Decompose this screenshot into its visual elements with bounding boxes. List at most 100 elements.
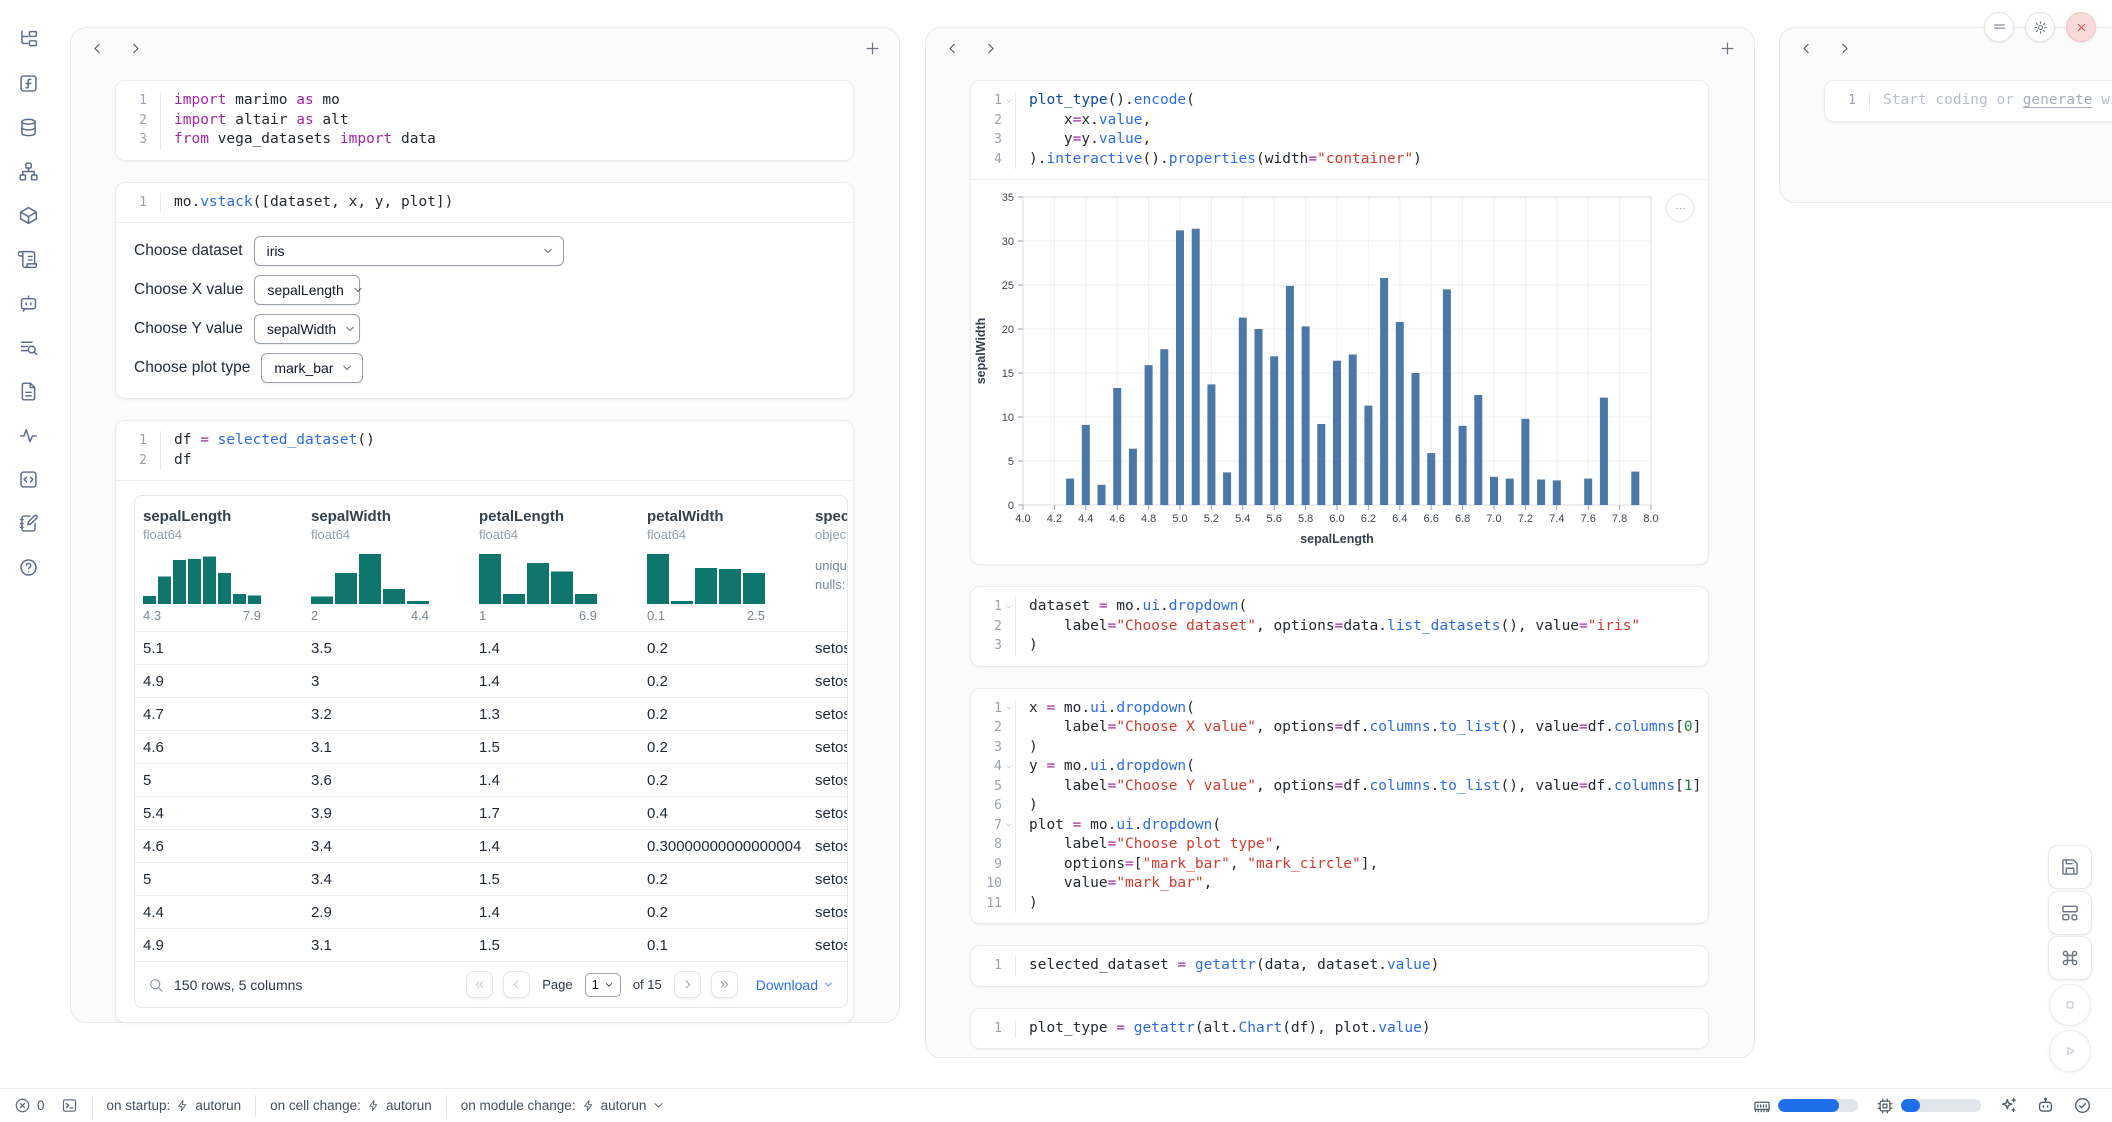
rail-database-button[interactable] xyxy=(11,112,45,142)
choose-dataset-select[interactable]: iris xyxy=(254,236,564,266)
code-editor[interactable]: 1 Start coding or generate with AI xyxy=(1825,81,2112,121)
column-name: petalWidth xyxy=(647,508,815,525)
table-column-header[interactable]: species object unique:nulls: xyxy=(815,508,847,623)
line-number: 1 xyxy=(971,597,1002,617)
runtime-label: on startup: xyxy=(107,1098,171,1113)
memory-stick-icon xyxy=(1753,1097,1771,1115)
rail-help-circle-button[interactable] xyxy=(11,552,45,582)
runtime-setting[interactable]: on cell change: autorun xyxy=(270,1098,432,1113)
next-page-button[interactable] xyxy=(674,971,701,998)
table-row[interactable]: 4.63.11.50.2setosa xyxy=(135,730,847,763)
code-editor[interactable]: 12 df = selected_dataset()df xyxy=(116,421,853,480)
choose-y-value-select[interactable]: sepalWidth xyxy=(254,314,360,344)
rail-file-tree-button[interactable] xyxy=(11,24,45,54)
table-column-header[interactable]: sepalWidth float64 24.4 xyxy=(311,508,479,623)
chart-options-button[interactable] xyxy=(1666,194,1694,222)
rail-scroll-text-button[interactable] xyxy=(11,244,45,274)
code-line: y=y.value, xyxy=(1029,130,1708,150)
rail-file-text-button[interactable] xyxy=(11,376,45,406)
errors-indicator[interactable] xyxy=(14,1097,31,1114)
search-icon[interactable] xyxy=(148,977,164,993)
svg-text:15: 15 xyxy=(1002,368,1014,380)
code-editor[interactable]: 1234 plot_type().encode( x=x.value, y=y.… xyxy=(971,81,1708,179)
column-back-button[interactable] xyxy=(85,36,109,60)
command-button[interactable] xyxy=(2048,936,2092,980)
rail-function-square-button[interactable] xyxy=(11,68,45,98)
page-select[interactable]: 1 xyxy=(585,973,621,997)
rail-list-search-button[interactable] xyxy=(11,332,45,362)
dropdown-label: Choose Y value xyxy=(134,320,243,338)
ai-sparkles-button[interactable] xyxy=(1999,1096,2018,1115)
rail-workflow-button[interactable] xyxy=(11,156,45,186)
plus-icon xyxy=(1719,40,1736,57)
stop-button[interactable] xyxy=(2049,984,2091,1026)
runtime-setting[interactable]: on module change: autorun xyxy=(461,1098,666,1113)
table-cell: 3.1 xyxy=(311,739,479,756)
code-editor[interactable]: 123 import marimo as moimport altair as … xyxy=(116,81,853,160)
table-cell: 3.6 xyxy=(311,772,479,789)
table-column-header[interactable]: petalWidth float64 0.12.5 xyxy=(647,508,815,623)
svg-text:4.4: 4.4 xyxy=(1078,513,1093,525)
code-editor[interactable]: 1234567891011 x = mo.ui.dropdown( label=… xyxy=(971,689,1708,924)
shutdown-button[interactable] xyxy=(2066,12,2096,42)
bar-chart[interactable]: 4.04.24.44.64.85.05.25.45.65.86.06.26.46… xyxy=(971,187,1709,551)
svg-text:5.6: 5.6 xyxy=(1267,513,1282,525)
column-forward-button[interactable] xyxy=(978,36,1002,60)
runtime-setting[interactable]: on startup: autorun xyxy=(107,1098,242,1113)
code-editor[interactable]: 123 dataset = mo.ui.dropdown( label="Cho… xyxy=(971,587,1708,666)
notebook-pen-icon xyxy=(18,513,39,534)
prev-page-button[interactable] xyxy=(503,971,530,998)
code-editor[interactable]: 1 selected_dataset = getattr(data, datas… xyxy=(971,946,1708,986)
play-button[interactable] xyxy=(2049,1030,2091,1072)
rail-activity-button[interactable] xyxy=(11,420,45,450)
table-row[interactable]: 4.63.41.40.30000000000000004setosa xyxy=(135,829,847,862)
terminal-button[interactable] xyxy=(61,1097,78,1114)
rail-package-button[interactable] xyxy=(11,200,45,230)
svg-text:4.6: 4.6 xyxy=(1110,513,1125,525)
svg-text:6.2: 6.2 xyxy=(1361,513,1376,525)
table-row[interactable]: 5.43.91.70.4setosa xyxy=(135,796,847,829)
assistant-bot-button[interactable] xyxy=(2036,1096,2055,1115)
svg-text:7.4: 7.4 xyxy=(1549,513,1564,525)
table-row[interactable]: 53.41.50.2setosa xyxy=(135,862,847,895)
column-back-button[interactable] xyxy=(1794,36,1818,60)
add-cell-button[interactable] xyxy=(1714,35,1740,61)
choose-x-value-select[interactable]: sepalLength xyxy=(254,275,360,305)
code-line: ) xyxy=(1029,738,1708,758)
first-page-button[interactable] xyxy=(466,971,493,998)
add-cell-button[interactable] xyxy=(859,35,885,61)
chevron-left-icon xyxy=(1799,41,1814,56)
notebook-column-1: 123 import marimo as moimport altair as … xyxy=(70,27,900,1023)
settings-button[interactable] xyxy=(2025,12,2055,42)
last-page-button[interactable] xyxy=(711,971,738,998)
table-column-header[interactable]: sepalLength float64 4.37.9 xyxy=(143,508,311,623)
layout-button[interactable] xyxy=(2048,891,2092,935)
column-forward-button[interactable] xyxy=(1832,36,1856,60)
column-back-button[interactable] xyxy=(940,36,964,60)
notebook-menu-button[interactable] xyxy=(1984,12,2014,42)
line-number: 2 xyxy=(971,617,1002,637)
table-cell: 0.2 xyxy=(647,640,815,657)
line-number-gutter: 1 xyxy=(971,956,1015,976)
table-row[interactable]: 4.93.11.50.1setosa xyxy=(135,928,847,961)
column-forward-button[interactable] xyxy=(123,36,147,60)
table-row[interactable]: 4.931.40.2setosa xyxy=(135,664,847,697)
table-column-header[interactable]: petalLength float64 16.9 xyxy=(479,508,647,623)
table-row[interactable]: 4.42.91.40.2setosa xyxy=(135,895,847,928)
table-row[interactable]: 4.73.21.30.2setosa xyxy=(135,697,847,730)
rail-code-square-button[interactable] xyxy=(11,464,45,494)
close-icon xyxy=(2074,20,2089,35)
download-button[interactable]: Download xyxy=(756,977,834,993)
table-row[interactable]: 53.61.40.2setosa xyxy=(135,763,847,796)
table-row[interactable]: 5.13.51.40.2setosa xyxy=(135,631,847,664)
line-number: 1 xyxy=(971,91,1002,111)
code-editor[interactable]: 1 mo.vstack([dataset, x, y, plot]) xyxy=(116,183,853,223)
line-number: 1 xyxy=(971,699,1002,719)
save-button[interactable] xyxy=(2048,845,2092,889)
choose-plot-type-select[interactable]: mark_bar xyxy=(261,353,363,383)
select-value: iris xyxy=(267,243,285,259)
rail-notebook-pen-button[interactable] xyxy=(11,508,45,538)
health-check-button[interactable] xyxy=(2073,1096,2092,1115)
rail-bot-message-button[interactable] xyxy=(11,288,45,318)
code-editor[interactable]: 1 plot_type = getattr(alt.Chart(df), plo… xyxy=(971,1009,1708,1049)
